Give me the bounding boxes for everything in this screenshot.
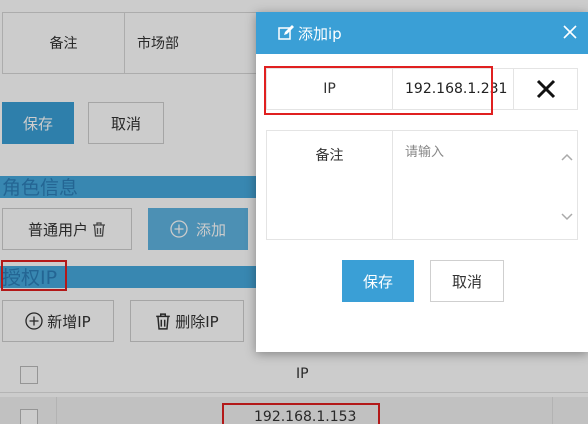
dialog-save-button[interactable]: 保存 [342, 260, 414, 302]
dialog-cancel-button[interactable]: 取消 [430, 260, 504, 302]
clear-ip-button[interactable] [513, 69, 577, 109]
textarea-scrollbar[interactable] [559, 131, 577, 239]
dialog-header: 添加ip [256, 12, 588, 54]
chevron-up-icon[interactable] [561, 153, 573, 161]
remark-row: 备注 [266, 130, 578, 240]
edit-icon [278, 25, 294, 40]
dialog-title: 添加ip [298, 24, 342, 43]
ip-input-highlight [264, 66, 493, 115]
remark-textarea[interactable] [393, 131, 559, 239]
add-ip-dialog: 添加ip IP 备注 保存 取消 [256, 12, 588, 352]
chevron-down-icon[interactable] [561, 213, 573, 221]
close-icon[interactable] [562, 24, 578, 40]
remark-label: 备注 [267, 131, 393, 239]
close-icon [536, 79, 555, 99]
